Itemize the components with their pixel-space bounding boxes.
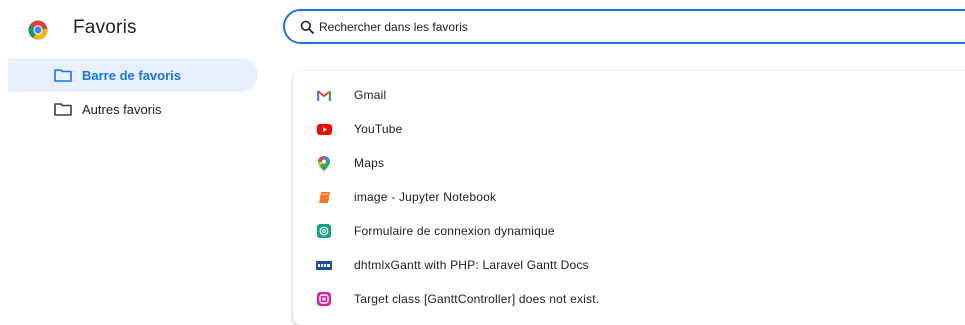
folder-icon (54, 69, 72, 82)
chrome-logo-icon (28, 20, 48, 40)
bookmarks-manager: Favoris Barre de favoris Autres favoris (0, 0, 965, 325)
bookmark-title: Target class [GanttController] does not … (354, 292, 600, 306)
bookmark-title: Gmail (354, 88, 387, 102)
bookmark-item[interactable]: Gmail (293, 78, 965, 112)
bookmark-item[interactable]: image - Jupyter Notebook (293, 180, 965, 214)
bookmark-item[interactable]: dhtmlxGantt with PHP: Laravel Gantt Docs (293, 248, 965, 282)
sidebar-item-label: Barre de favoris (82, 67, 181, 83)
dhtmlx-icon (316, 257, 332, 273)
laragon-icon (316, 291, 332, 307)
folder-icon (54, 103, 72, 116)
search-input[interactable] (319, 17, 919, 37)
bookmark-title: image - Jupyter Notebook (354, 190, 497, 204)
gmail-icon (316, 87, 332, 103)
page-title: Favoris (73, 17, 137, 38)
sidebar: Barre de favoris Autres favoris (0, 58, 260, 126)
youtube-icon (316, 121, 332, 137)
bookmark-title: YouTube (354, 122, 403, 136)
sidebar-item-label: Autres favoris (82, 101, 162, 117)
search-bar[interactable] (283, 9, 965, 44)
sidebar-item-autres-favoris[interactable]: Autres favoris (0, 92, 260, 126)
bookmark-title: dhtmlxGantt with PHP: Laravel Gantt Docs (354, 258, 589, 272)
bookmark-list: Gmail YouTube Maps image - Jupyter Noteb… (293, 71, 965, 325)
search-icon[interactable] (300, 20, 314, 34)
bookmark-item[interactable]: Formulaire de connexion dynamique (293, 214, 965, 248)
chatgpt-icon (316, 223, 332, 239)
bookmark-title: Formulaire de connexion dynamique (354, 224, 555, 238)
bookmark-item[interactable]: Target class [GanttController] does not … (293, 282, 965, 316)
jupyter-icon (316, 189, 332, 205)
sidebar-item-barre-de-favoris[interactable]: Barre de favoris (8, 58, 258, 92)
maps-pin-icon (316, 155, 332, 171)
bookmark-item[interactable]: YouTube (293, 112, 965, 146)
bookmark-title: Maps (354, 156, 385, 170)
bookmark-item[interactable]: Maps (293, 146, 965, 180)
